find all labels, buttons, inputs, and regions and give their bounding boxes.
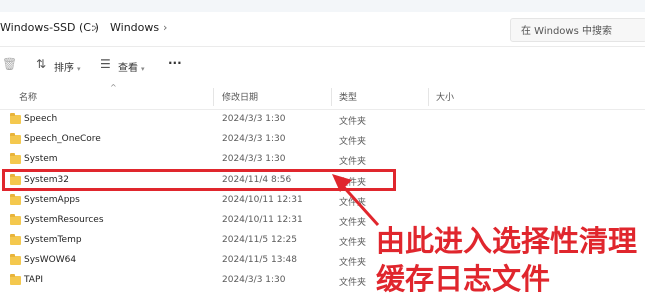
arrow-icon xyxy=(332,174,380,227)
annotation-text: 由此进入选择性清理缓存日志文件 xyxy=(376,224,638,296)
